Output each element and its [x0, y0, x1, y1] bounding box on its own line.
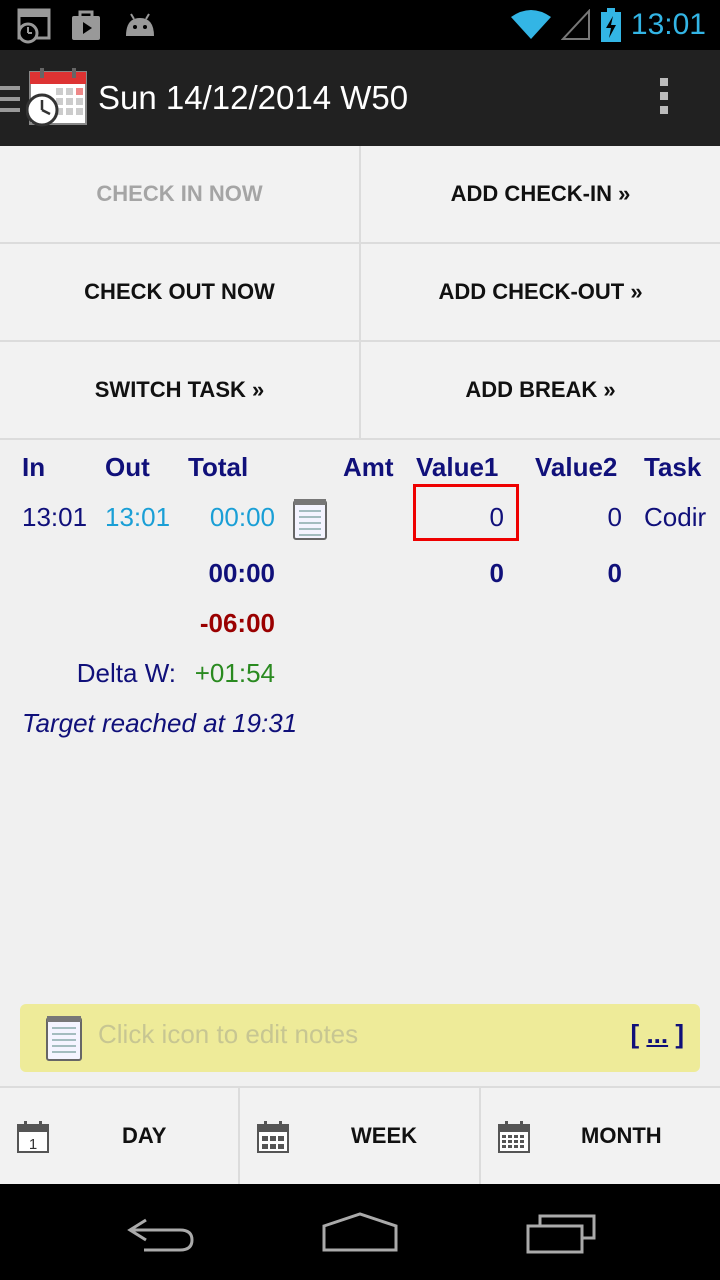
column-header-in: In — [22, 452, 46, 482]
tab-week[interactable]: WEEK — [240, 1088, 480, 1184]
add-break-button[interactable]: ADD BREAK » — [361, 342, 720, 438]
divider — [359, 146, 361, 438]
tab-month-label: MONTH — [581, 1123, 662, 1148]
action-bar: Sun 14/12/2014 W50 — [0, 50, 720, 146]
column-header-task: Task — [644, 452, 702, 482]
notes-more-link[interactable]: [ ... ] — [631, 1004, 684, 1072]
home-icon[interactable] — [322, 1212, 398, 1254]
battery-charging-icon — [600, 8, 621, 42]
status-bar: 13:01 — [0, 0, 720, 50]
notes-more-open: [ — [630, 1019, 647, 1049]
add-check-out-button[interactable]: ADD CHECK-OUT » — [361, 244, 720, 340]
notes-more-close: ] — [668, 1019, 684, 1049]
calendar-clock-notification-icon — [17, 8, 51, 44]
notes-placeholder[interactable]: Click icon to edit notes — [98, 1004, 358, 1072]
wifi-icon — [510, 10, 551, 39]
switch-task-button[interactable]: SWITCH TASK » — [0, 342, 359, 438]
sum-value1: 0 — [489, 558, 504, 588]
balance-value: -06:00 — [199, 608, 275, 638]
delta-value: +01:54 — [194, 658, 275, 688]
tab-day[interactable]: 1 DAY — [0, 1088, 240, 1184]
calendar-day-icon-number: 1 — [29, 1136, 37, 1153]
notes-bar[interactable]: Click icon to edit notes [ ... ] — [20, 1004, 700, 1072]
notepad-icon[interactable] — [291, 497, 329, 541]
calendar-month-icon — [498, 1121, 530, 1153]
calendar-week-icon — [257, 1121, 289, 1153]
android-notification-icon — [126, 13, 154, 36]
add-check-in-button[interactable]: ADD CHECK-IN » — [361, 146, 720, 242]
system-nav-bar — [0, 1184, 720, 1280]
column-header-out: Out — [105, 452, 150, 482]
back-icon[interactable] — [124, 1216, 196, 1252]
action-buttons-grid: CHECK IN NOW ADD CHECK-IN » CHECK OUT NO… — [0, 146, 720, 440]
row-value2[interactable]: 0 — [540, 502, 622, 533]
sum-value2: 0 — [607, 558, 622, 588]
row-in-time[interactable]: 13:01 — [22, 502, 87, 533]
app-calendar-clock-icon[interactable] — [26, 66, 90, 128]
recent-apps-icon[interactable] — [526, 1214, 598, 1254]
clock-time: 13:01 — [630, 8, 706, 41]
tab-month[interactable]: MONTH — [481, 1088, 720, 1184]
row-out-time[interactable]: 13:01 — [105, 502, 170, 533]
value1-highlight-box — [413, 484, 519, 541]
divider — [0, 438, 720, 440]
column-header-value2: Value2 — [535, 452, 618, 482]
target-reached-text: Target reached at 19:31 — [22, 708, 298, 738]
tab-day-label: DAY — [122, 1123, 167, 1148]
column-header-value1: Value1 — [416, 452, 499, 482]
page-title[interactable]: Sun 14/12/2014 W50 — [98, 50, 408, 146]
delta-label: Delta W: — [76, 658, 176, 688]
check-in-now-button[interactable]: CHECK IN NOW — [0, 146, 359, 242]
bottom-tabs: 1 DAY WEEK MONTH — [0, 1086, 720, 1184]
check-out-now-button[interactable]: CHECK OUT NOW — [0, 244, 359, 340]
signal-icon — [560, 9, 590, 40]
overflow-menu-icon[interactable] — [658, 78, 670, 118]
sum-total: 00:00 — [208, 558, 276, 588]
drawer-toggle-icon[interactable] — [0, 86, 20, 118]
calendar-day-icon: 1 — [17, 1121, 49, 1153]
column-header-amt: Amt — [343, 452, 394, 482]
tab-week-label: WEEK — [351, 1123, 417, 1148]
row-task[interactable]: Codir — [644, 502, 720, 533]
notepad-icon[interactable] — [44, 1014, 84, 1062]
notes-more-ellipsis[interactable]: ... — [646, 1019, 668, 1049]
column-header-total: Total — [188, 452, 249, 482]
row-total[interactable]: 00:00 — [180, 502, 275, 533]
play-store-notification-icon — [72, 10, 100, 40]
